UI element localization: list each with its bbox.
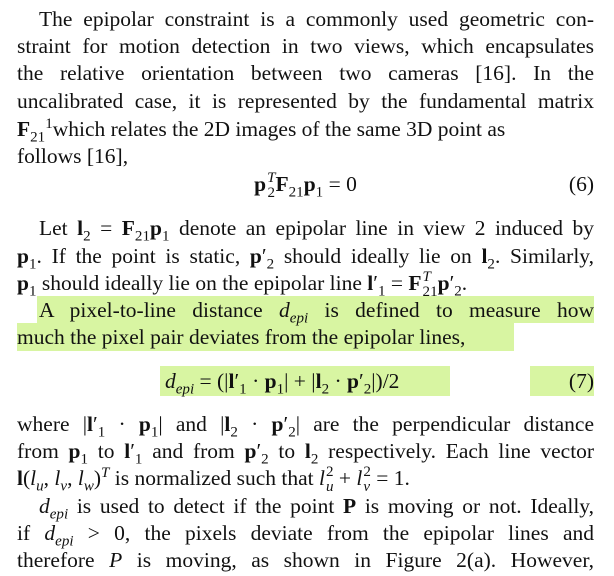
text-line: A pixel-to-line distance depi is defined… — [39, 298, 595, 327]
text-line: where |l′1 · p1| and |l2 · p′2| are the … — [17, 412, 594, 441]
text-line: depi is used to detect if the point P is… — [39, 494, 595, 523]
text-line: Let l2 = F21p1 denote an epipolar line i… — [39, 216, 595, 245]
equation-6: p T 2 F21p1 = 0 — [254, 170, 357, 202]
text-line: follows [16], — [17, 144, 129, 168]
equation-number: (7) — [568, 369, 594, 393]
text-line: straint for motion detection in two view… — [17, 34, 594, 58]
text-line: therefore P is moving, as shown in Figur… — [17, 548, 594, 572]
text-line: the relative orientation between two cam… — [17, 61, 594, 85]
text-line: p1 should ideally lie on the epipolar li… — [17, 269, 468, 301]
text-line: The epipolar constraint is a commonly us… — [39, 7, 594, 31]
equation-number: (6) — [568, 172, 594, 196]
paper-page: The epipolar constraint is a commonly us… — [0, 0, 614, 576]
text-line: F211which relates the 2D images of the s… — [17, 115, 506, 146]
text-line: p1. If the point is static, p′2 should i… — [17, 244, 595, 273]
text-line: much the pixel pair deviates from the ep… — [17, 325, 466, 349]
text-line: uncalibrated case, it is represented by … — [17, 89, 594, 113]
equation-7: depi = (|l′1 · p1| + |l2 · p′2|)/2 — [165, 369, 400, 398]
text-line: if depi > 0, the pixels deviate from the… — [17, 521, 594, 550]
text-line: from p1 to l′1 and from p′2 to l2 respec… — [17, 439, 595, 468]
text-line: l(lu, lv, lw)T is normalized such that l… — [17, 464, 410, 496]
